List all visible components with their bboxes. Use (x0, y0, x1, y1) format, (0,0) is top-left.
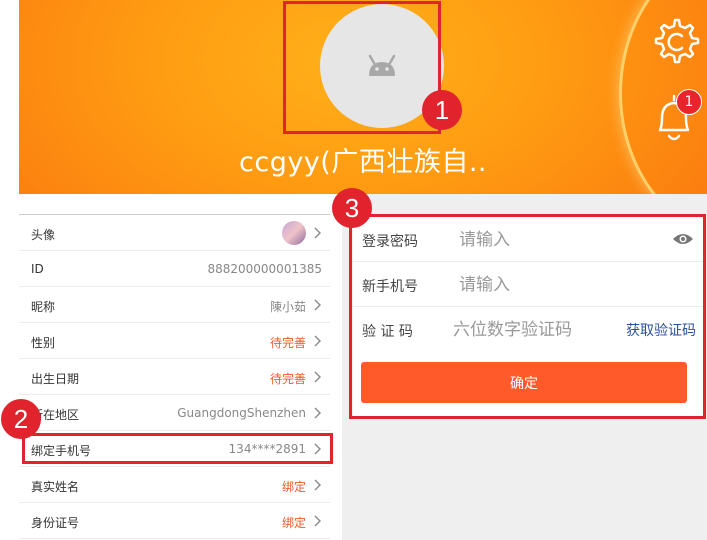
callout-badge-3: 3 (332, 188, 372, 228)
list-item-value: 绑定 (281, 516, 306, 530)
chevron-right-icon (314, 227, 321, 239)
list-item-label: 真实姓名 (31, 480, 80, 494)
highlight-box-form (349, 214, 706, 419)
callout-badge-2: 2 (1, 399, 41, 439)
username-title: ccgyy(广西壮族自.. (239, 147, 487, 178)
chevron-right-icon (314, 335, 321, 347)
avatar-thumbnail (282, 221, 306, 245)
settings-gear-icon[interactable] (649, 14, 705, 74)
chevron-right-icon (314, 407, 321, 419)
list-item-value: GuangdongShenzhen (177, 406, 306, 420)
list-item-label: 出生日期 (31, 372, 80, 386)
list-item-label: 昵称 (31, 300, 56, 314)
profile-info-list: 头像 ID 888200000001385 昵称 陳小茹 性别 待完善 出生日期… (19, 214, 330, 540)
highlight-box-bound-phone (22, 433, 333, 464)
chevron-right-icon (314, 371, 321, 383)
chevron-right-icon (314, 515, 321, 527)
list-item-real-name[interactable]: 真实姓名 绑定 (19, 467, 330, 503)
list-item-region[interactable]: 所在地区 GuangdongShenzhen (19, 395, 330, 431)
list-item-label: 性别 (31, 336, 56, 350)
list-item-value: 陳小茹 (269, 300, 306, 314)
callout-badge-1: 1 (422, 90, 462, 130)
list-item-avatar[interactable]: 头像 (19, 215, 330, 251)
list-item-birthday[interactable]: 出生日期 待完善 (19, 359, 330, 395)
list-item-value: 888200000001385 (207, 262, 322, 276)
chevron-right-icon (314, 299, 321, 311)
list-item-id: ID 888200000001385 (19, 251, 330, 287)
list-item-value: 绑定 (281, 480, 306, 494)
list-item-label: 身份证号 (31, 516, 80, 530)
highlight-box-avatar (283, 1, 441, 134)
chevron-right-icon (314, 479, 321, 491)
list-item-value: 待完善 (269, 372, 306, 386)
list-item-label: ID (31, 262, 44, 276)
list-item-nickname[interactable]: 昵称 陳小茹 (19, 287, 330, 323)
list-item-value: 待完善 (269, 336, 306, 350)
list-item-id-number[interactable]: 身份证号 绑定 (19, 503, 330, 539)
list-item-gender[interactable]: 性别 待完善 (19, 323, 330, 359)
list-item-label: 头像 (31, 228, 56, 242)
notification-count-badge: 1 (676, 89, 702, 115)
